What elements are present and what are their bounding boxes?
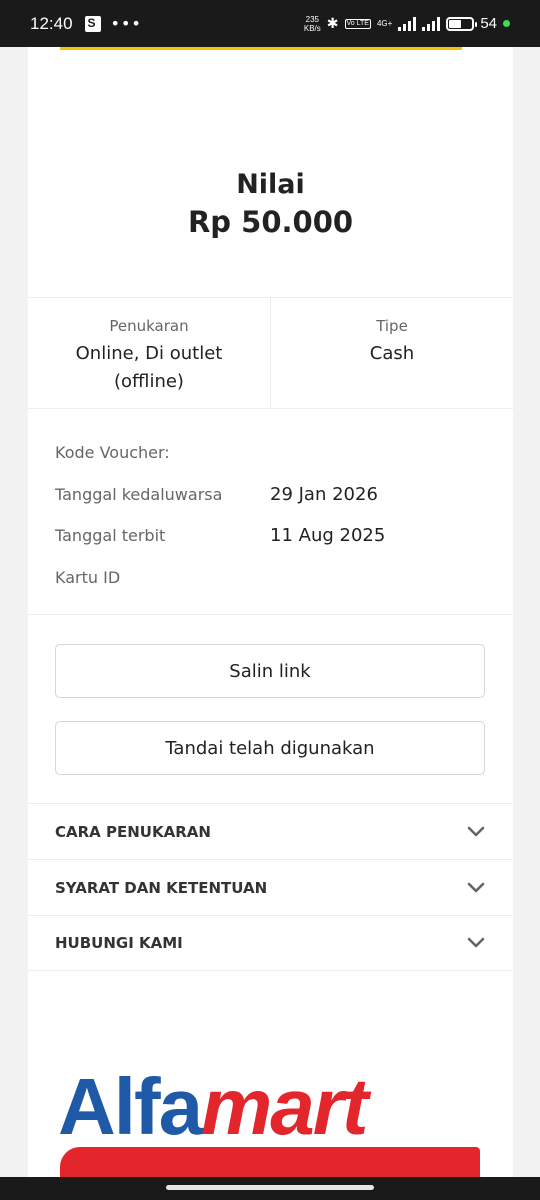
bluetooth-icon: ✱ <box>326 15 339 31</box>
logo-red-bar <box>60 1147 480 1177</box>
chevron-down-icon <box>467 882 485 892</box>
redemption-label: Penukaran <box>109 317 189 335</box>
value-label: Nilai <box>236 169 305 200</box>
speed-value: 235 <box>305 14 319 24</box>
accordion-item-how-to-redeem[interactable]: CARA PENUKARAN <box>28 803 513 859</box>
alfamart-logo: Alfamart <box>58 1062 488 1177</box>
status-bar: 12:40 ••• 235 KB/s ✱ Vo LTE 4G+ 54 <box>0 0 540 47</box>
detail-row-code: Kode Voucher: <box>55 432 485 474</box>
voucher-value: Nilai Rp 50.000 <box>28 167 513 241</box>
expiry-value: 29 Jan 2026 <box>270 483 378 505</box>
code-label: Kode Voucher: <box>55 443 170 463</box>
divider <box>28 614 513 615</box>
battery-icon <box>446 16 478 31</box>
voucher-details: Kode Voucher: Tanggal kedaluwarsa 29 Jan… <box>55 432 485 598</box>
redemption-value: Online, Di outlet (offline) <box>75 343 223 392</box>
chevron-down-icon <box>467 937 485 948</box>
status-time: 12:40 <box>30 13 73 33</box>
expiry-label: Tanggal kedaluwarsa <box>55 484 223 504</box>
type-value: Cash <box>369 343 415 364</box>
network-type: 4G+ <box>376 19 393 28</box>
signal-icon-2 <box>422 16 441 31</box>
status-icons: 235 KB/s ✱ Vo LTE 4G+ 54 <box>304 15 510 33</box>
accent-strip <box>60 47 462 50</box>
accordion-item-contact[interactable]: HUBUNGI KAMI <box>28 915 513 971</box>
accordion-title: HUBUNGI KAMI <box>55 934 183 952</box>
card-label: Kartu ID <box>55 567 121 587</box>
shopping-bag-icon <box>84 15 101 32</box>
accordion-title: SYARAT DAN KETENTUAN <box>55 878 268 897</box>
signal-icon <box>398 16 417 31</box>
volte-icon: Vo LTE <box>344 18 371 29</box>
mark-used-button[interactable]: Tandai telah digunakan <box>55 721 485 775</box>
accordion: CARA PENUKARAN SYARAT DAN KETENTUAN HUBU… <box>28 803 513 971</box>
detail-row-issued: Tanggal terbit 11 Aug 2025 <box>55 515 485 557</box>
detail-row-expiry: Tanggal kedaluwarsa 29 Jan 2026 <box>55 474 485 516</box>
logo-alfa: Alfa <box>58 1062 203 1151</box>
detail-row-card: Kartu ID <box>55 557 485 599</box>
battery-percent: 54 <box>480 15 497 32</box>
type-label: Tipe <box>376 317 408 335</box>
issued-value: 11 Aug 2025 <box>270 525 386 547</box>
navigation-bar <box>0 1177 540 1200</box>
type-info: Tipe Cash <box>270 298 513 408</box>
logo-mart: mart <box>201 1062 368 1151</box>
more-notifications-icon: ••• <box>110 14 142 33</box>
logo-wordmark: Alfamart <box>58 1062 369 1152</box>
voucher-card: Nilai Rp 50.000 Penukaran Online, Di out… <box>28 47 513 1177</box>
value-amount: Rp 50.000 <box>187 205 354 239</box>
redemption-info: Penukaran Online, Di outlet (offline) <box>28 298 270 408</box>
network-speed: 235 KB/s <box>304 15 321 33</box>
copy-link-button[interactable]: Salin link <box>55 644 485 698</box>
voucher-info: Penukaran Online, Di outlet (offline) Ti… <box>28 297 513 409</box>
accordion-item-terms[interactable]: SYARAT DAN KETENTUAN <box>28 859 513 915</box>
home-gesture-handle[interactable] <box>166 1185 374 1190</box>
chevron-down-icon <box>467 826 485 836</box>
accordion-title: CARA PENUKARAN <box>55 822 211 841</box>
privacy-indicator-icon <box>503 20 510 27</box>
speed-unit: KB/s <box>303 23 321 33</box>
issued-label: Tanggal terbit <box>55 526 166 546</box>
